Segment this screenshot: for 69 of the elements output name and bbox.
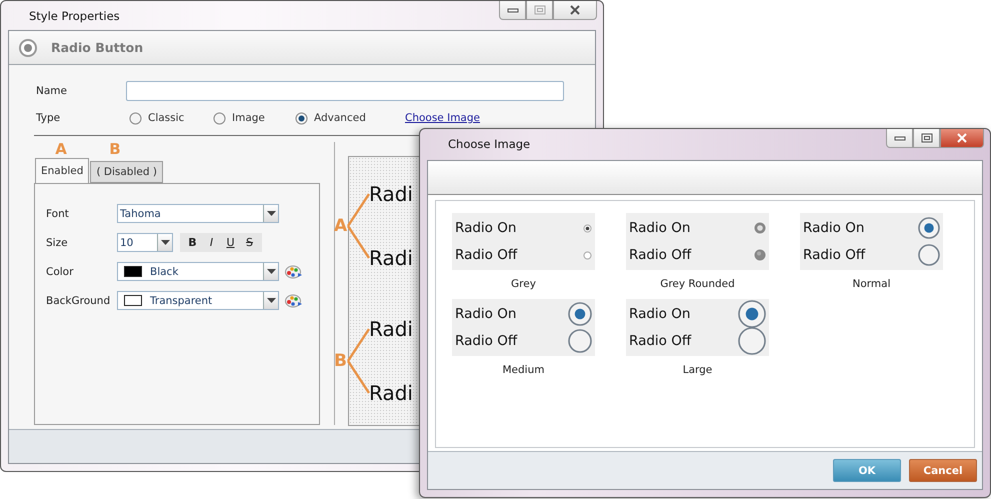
property-label: Color: [46, 266, 74, 278]
style-button[interactable]: U: [221, 236, 240, 249]
option-caption: Grey Rounded: [660, 278, 735, 290]
radio-button[interactable]: [213, 112, 226, 124]
option-label: Radio Off: [803, 247, 866, 263]
dropdown[interactable]: Tahoma: [117, 204, 279, 223]
option-label: Radio On: [629, 220, 690, 236]
dropdown[interactable]: Transparent: [117, 291, 279, 310]
dropdown[interactable]: 10: [117, 233, 173, 252]
option-label: Radio On: [803, 220, 864, 236]
maximize-icon[interactable]: [913, 129, 940, 148]
option-label: Radio On: [629, 306, 690, 322]
bracket-drawing: [347, 191, 371, 261]
annotation-letter: B: [108, 140, 122, 158]
option-label: Radio Off: [629, 247, 692, 263]
annotation-letter: B: [334, 351, 347, 371]
option-label: Radio Off: [455, 333, 518, 349]
bracket-drawing: [347, 326, 371, 396]
preview-text: Radi: [369, 245, 413, 272]
radio-icon: [18, 38, 38, 58]
caret-icon: [266, 298, 276, 303]
option-label: Radio On: [455, 306, 516, 322]
style-button[interactable]: I: [202, 236, 221, 249]
option-label: Radio Off: [629, 333, 692, 349]
tab[interactable]: ( Disabled ): [90, 161, 163, 183]
radio-label: Image: [232, 112, 265, 124]
preview-text: Radi: [369, 316, 413, 343]
property-label: Font: [46, 208, 70, 220]
field-label: Name: [36, 85, 68, 97]
minimize-icon[interactable]: [499, 1, 526, 20]
palette-icon[interactable]: [285, 294, 303, 308]
minimize-icon[interactable]: [886, 129, 913, 148]
close-icon[interactable]: [940, 129, 984, 148]
field-label: Type: [36, 112, 62, 124]
dialog-title: Choose Image: [448, 137, 530, 151]
radio-label: Classic: [148, 112, 184, 124]
tab[interactable]: Enabled: [35, 158, 90, 183]
style-option[interactable]: Radio On Radio Off: [626, 299, 769, 356]
style-button[interactable]: B: [183, 236, 202, 249]
palette-icon[interactable]: [285, 264, 303, 278]
choose-image-link[interactable]: Choose Image: [405, 112, 480, 124]
radio-label: Advanced: [314, 112, 366, 124]
option-caption: Normal: [852, 278, 890, 290]
annotation-letter: A: [334, 216, 347, 236]
header-title: Radio Button: [51, 40, 144, 55]
style-button[interactable]: S: [240, 236, 259, 249]
preview-text: Radi: [369, 380, 413, 407]
style-option[interactable]: Radio On Radio Off: [452, 213, 595, 270]
caret-icon: [266, 269, 276, 274]
option-caption: Medium: [502, 364, 544, 376]
option-label: Radio On: [455, 220, 516, 236]
style-option[interactable]: Radio On Radio Off: [800, 213, 943, 270]
option-caption: Grey: [511, 278, 536, 290]
dropdown[interactable]: Black: [117, 262, 279, 281]
caret-icon: [160, 240, 170, 245]
option-label: Radio Off: [455, 247, 518, 263]
input-field[interactable]: [126, 81, 564, 101]
style-option[interactable]: Radio On Radio Off: [626, 213, 769, 270]
window-title: Style Properties: [29, 9, 120, 23]
property-label: BackGround: [46, 294, 112, 306]
style-option[interactable]: Radio On Radio Off: [452, 299, 595, 356]
radio-button[interactable]: [295, 112, 308, 124]
caret-icon: [266, 211, 276, 216]
annotation-letter: A: [54, 140, 68, 158]
close-icon[interactable]: [553, 1, 597, 20]
property-label: Size: [46, 236, 69, 248]
preview-text: Radi: [369, 181, 413, 208]
radio-button[interactable]: [129, 112, 142, 124]
option-caption: Large: [682, 364, 712, 376]
